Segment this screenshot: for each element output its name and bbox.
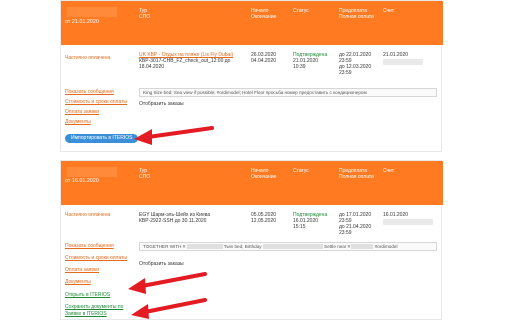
- col-full: Полная оплата: [339, 174, 374, 180]
- save-docs-iterios-link-2[interactable]: Заявке в ITERIOS: [65, 311, 107, 317]
- note-part-bed: Twin bed; Birthday: [223, 244, 262, 249]
- col-invoice: Счет: [383, 168, 395, 174]
- order-note: TOGETHER WITH # Twin bed; Birthday Settl…: [139, 242, 437, 251]
- documents-link[interactable]: Документы: [65, 119, 91, 125]
- show-messages-link[interactable]: Показать сообщения: [65, 243, 114, 249]
- spo-text: КВР-3017-CHB_FZ_check_out_12:00 до 18.04…: [139, 58, 231, 70]
- note-part-model: #ordimodel: [374, 244, 398, 249]
- note-redacted-1: [186, 244, 223, 250]
- order-date: от 21.01.2020: [65, 19, 99, 25]
- price-terms-link[interactable]: Стоимость и сроки оплаты: [65, 99, 127, 105]
- col-status: Статус: [293, 8, 309, 14]
- invoice-date: 16.01.2020: [383, 212, 409, 218]
- pay-order-link[interactable]: Оплата заявки: [65, 267, 99, 273]
- order-note: King Size bed; Sea view if possible; #or…: [139, 88, 437, 97]
- payment-status: Частично оплачена: [65, 212, 111, 218]
- col-full: Полная оплата: [339, 14, 374, 20]
- invoice-redacted: [383, 59, 423, 65]
- order-row-2: Частично оплачена EGY Шарм-эль-Шейх из К…: [61, 209, 443, 239]
- show-orders-label[interactable]: Отобразить заказы: [139, 101, 184, 107]
- full-time: 23:59: [339, 230, 352, 236]
- note-part-settle: Settle near #: [324, 244, 351, 249]
- col-spo: СПО: [139, 174, 151, 180]
- order-number-redacted: [67, 167, 117, 177]
- order-card-1: от 21.01.2020 Тур СПО Начало Окончание С…: [60, 0, 443, 152]
- pay-order-link[interactable]: Оплата заявки: [65, 109, 99, 115]
- order-header-1: от 21.01.2020 Тур СПО Начало Окончание С…: [61, 1, 443, 45]
- full-time: 23:59: [339, 70, 352, 76]
- order-header-2: от 16.01.2020 Тур СПО Начало Окончание С…: [61, 161, 443, 205]
- save-docs-iterios-link[interactable]: Сохранить документы по: [65, 304, 123, 310]
- col-invoice: Счет: [383, 8, 395, 14]
- end-date: 04.04.2020: [251, 58, 277, 64]
- note-redacted-2: [262, 244, 323, 250]
- spo-text: КВР-2922-SSH до 30.11.2020: [139, 218, 207, 224]
- col-end: Окончание: [251, 174, 277, 180]
- order-number-redacted: [67, 7, 117, 17]
- status-time: 10:39: [293, 64, 306, 70]
- col-status: Статус: [293, 168, 309, 174]
- order-row-1: Частично оплачена UK KBP - Отдых на пляж…: [61, 49, 443, 79]
- end-date: 12.05.2020: [251, 218, 277, 224]
- col-spo: СПО: [139, 14, 151, 20]
- invoice-date: 21.01.2020: [383, 52, 409, 58]
- col-end: Окончание: [251, 14, 277, 20]
- open-iterios-link[interactable]: Открыть в ITERIOS: [65, 292, 110, 298]
- order-date: от 16.01.2020: [65, 178, 99, 184]
- status-time: 15:15: [293, 224, 306, 230]
- show-orders-label[interactable]: Отобразить заказы: [139, 261, 184, 267]
- show-messages-link[interactable]: Показать сообщения: [65, 89, 114, 95]
- note-part-together: TOGETHER WITH #: [143, 244, 186, 249]
- price-terms-link[interactable]: Стоимость и сроки оплаты: [65, 255, 127, 261]
- payment-status: Частично оплачена: [65, 55, 111, 61]
- order-card-2: от 16.01.2020 Тур СПО Начало Окончание С…: [60, 160, 443, 320]
- invoice-redacted: [383, 219, 433, 225]
- documents-link[interactable]: Документы: [65, 279, 91, 285]
- note-redacted-3: [351, 244, 374, 250]
- import-iterios-button[interactable]: Импортировать в ITERIOS: [65, 134, 139, 143]
